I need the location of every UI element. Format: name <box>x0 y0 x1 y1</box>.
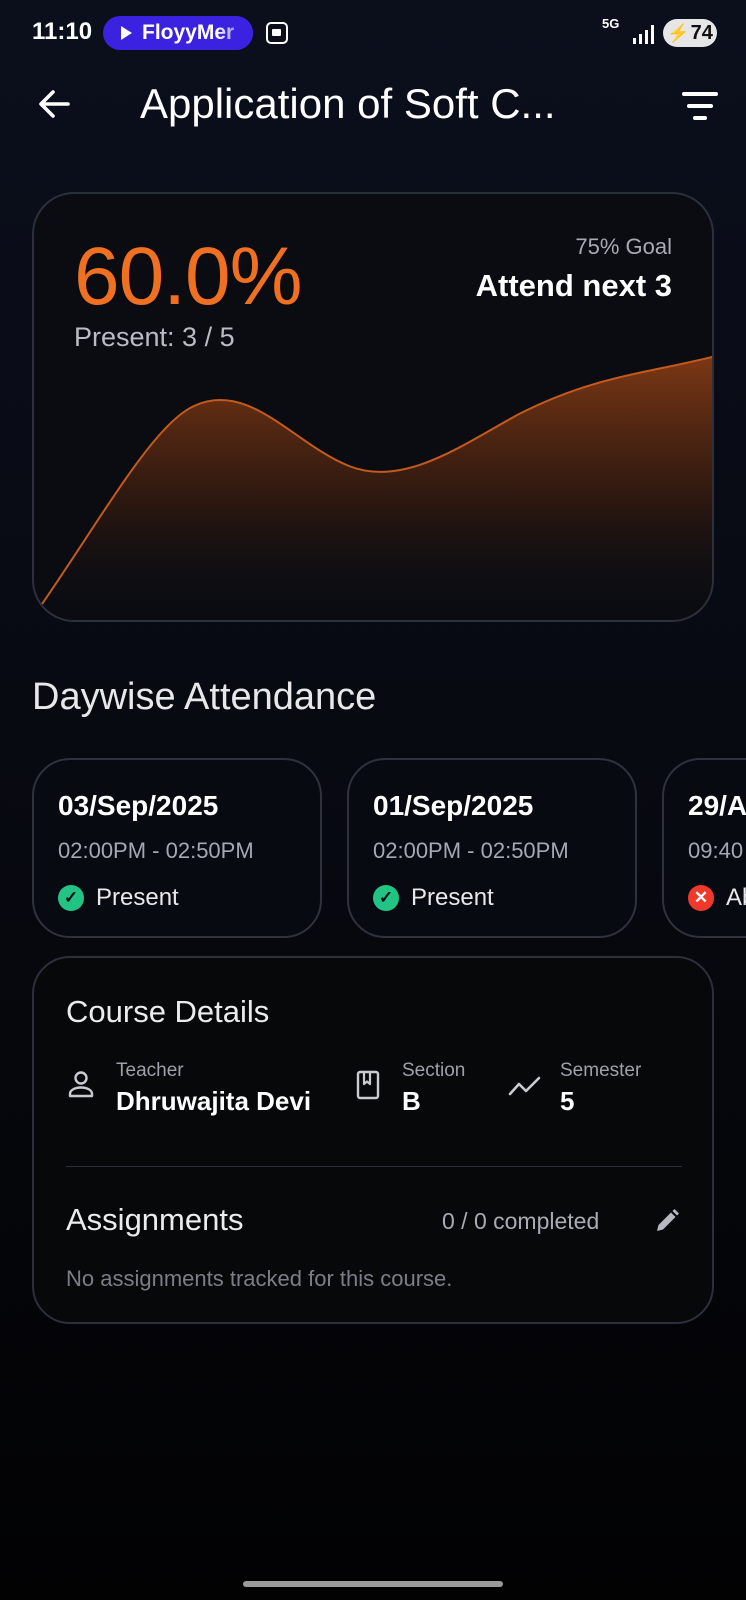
attendance-percentage: 60.0% <box>74 231 303 322</box>
day-card[interactable]: 29/A 09:40 ✕ Ab <box>662 758 746 938</box>
edit-icon[interactable] <box>654 1208 680 1234</box>
day-time: 02:00PM - 02:50PM <box>58 838 254 863</box>
day-status: ✕ Ab <box>688 884 746 912</box>
present-count: Present: 3 / 5 <box>74 322 235 352</box>
page-title: Application of Soft C... <box>140 80 556 127</box>
teacher-name: Dhruwajita Devi <box>116 1086 312 1116</box>
battery-indicator: ⚡ 74 <box>663 19 717 47</box>
attendance-summary-card: 60.0% Present: 3 / 5 75% Goal Attend nex… <box>32 192 714 622</box>
filter-list-icon[interactable] <box>682 92 718 120</box>
teacher-label: Teacher <box>116 1060 184 1081</box>
semester-label: Semester <box>560 1060 642 1081</box>
day-status-label: Present <box>411 884 494 911</box>
daywise-title: Daywise Attendance <box>32 676 377 718</box>
screen-record-icon <box>266 22 288 44</box>
section-label: Section <box>402 1060 466 1081</box>
divider <box>66 1166 682 1167</box>
home-indicator[interactable] <box>243 1581 503 1587</box>
day-card[interactable]: 01/Sep/2025 02:00PM - 02:50PM ✓ Present <box>347 758 637 938</box>
day-date: 29/A <box>688 790 746 821</box>
day-status: ✓ Present <box>58 884 179 912</box>
network-type: 5G <box>602 16 620 31</box>
course-details-title: Course Details <box>66 994 270 1029</box>
assignments-count: 0 / 0 completed <box>442 1208 600 1234</box>
day-status-label: Present <box>96 884 179 911</box>
arrow-left-icon[interactable] <box>36 86 72 122</box>
check-circle-icon: ✓ <box>373 885 399 911</box>
day-status: ✓ Present <box>373 884 494 912</box>
goal-label: 75% Goal <box>575 234 672 259</box>
assignments-title: Assignments <box>66 1202 244 1237</box>
media-pill[interactable]: FloyyMer <box>103 16 253 50</box>
check-circle-icon: ✓ <box>58 885 84 911</box>
day-date: 03/Sep/2025 <box>58 790 219 821</box>
trending-icon <box>508 1074 542 1098</box>
day-time: 09:40 <box>688 838 744 863</box>
goal-message: Attend next 3 <box>475 268 672 303</box>
semester-value: 5 <box>560 1086 575 1116</box>
signal-icon <box>633 22 655 44</box>
section-value: B <box>402 1086 421 1116</box>
cancel-circle-icon: ✕ <box>688 885 714 911</box>
person-icon <box>68 1070 94 1098</box>
charging-icon: ⚡ <box>667 22 690 43</box>
course-details-card: Course Details Teacher Dhruwajita Devi S… <box>32 956 714 1324</box>
assignments-empty-message: No assignments tracked for this course. <box>66 1266 453 1291</box>
day-card[interactable]: 03/Sep/2025 02:00PM - 02:50PM ✓ Present <box>32 758 322 938</box>
play-icon <box>121 26 132 40</box>
day-time: 02:00PM - 02:50PM <box>373 838 569 863</box>
status-time: 11:10 <box>32 18 93 45</box>
book-icon <box>356 1070 380 1100</box>
day-date: 01/Sep/2025 <box>373 790 534 821</box>
day-status-label: Ab <box>726 884 746 911</box>
battery-level: 74 <box>690 21 713 44</box>
